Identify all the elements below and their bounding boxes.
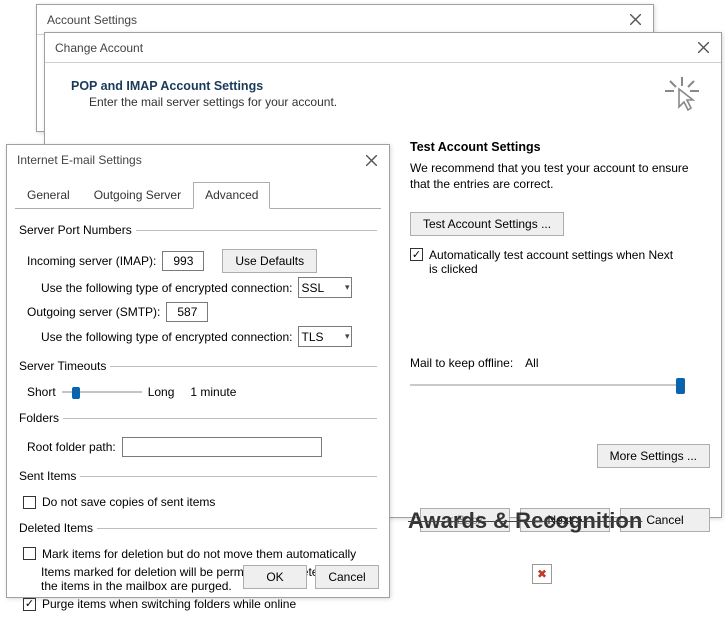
ok-button[interactable]: OK: [243, 565, 307, 589]
advanced-panel: Server Port Numbers Incoming server (IMA…: [7, 209, 389, 621]
folders-legend: Folders: [19, 411, 63, 425]
server-timeouts-group: Server Timeouts Short Long 1 minute: [19, 359, 377, 403]
more-settings-button[interactable]: More Settings ...: [597, 444, 710, 468]
deleted-items-legend: Deleted Items: [19, 521, 97, 535]
auto-test-label: Automatically test account settings when…: [429, 248, 679, 276]
broken-image-icon: ✖: [532, 564, 552, 584]
outgoing-enc-value: TLS: [301, 330, 323, 344]
purge-checkbox[interactable]: [23, 598, 36, 611]
change-account-titlebar: Change Account: [45, 33, 721, 63]
server-port-numbers-group: Server Port Numbers Incoming server (IMA…: [19, 223, 377, 351]
use-defaults-button[interactable]: Use Defaults: [222, 249, 317, 273]
test-account-settings-button[interactable]: Test Account Settings ...: [410, 212, 564, 236]
root-folder-input[interactable]: [122, 437, 322, 457]
account-settings-title: Account Settings: [47, 13, 137, 27]
no-save-sent-label: Do not save copies of sent items: [42, 495, 215, 509]
ie-title: Internet E-mail Settings: [17, 153, 142, 167]
outgoing-enc-select[interactable]: TLS ▾: [298, 326, 352, 347]
timeout-slider[interactable]: [62, 385, 142, 399]
chevron-down-icon: ▾: [345, 282, 350, 293]
auto-test-checkbox[interactable]: [410, 248, 423, 261]
sent-items-group: Sent Items Do not save copies of sent it…: [19, 469, 377, 513]
tab-advanced[interactable]: Advanced: [193, 182, 270, 209]
incoming-enc-label: Use the following type of encrypted conn…: [41, 281, 292, 295]
close-icon[interactable]: [626, 10, 645, 29]
outgoing-enc-label: Use the following type of encrypted conn…: [41, 330, 292, 344]
incoming-server-label: Incoming server (IMAP):: [27, 254, 156, 268]
mark-deletion-checkbox[interactable]: [23, 547, 36, 560]
change-account-title: Change Account: [55, 41, 143, 55]
folders-group: Folders Root folder path:: [19, 411, 377, 461]
internet-email-settings-dialog: Internet E-mail Settings General Outgoin…: [6, 144, 390, 598]
timeout-value: 1 minute: [190, 385, 236, 399]
ie-tabs: General Outgoing Server Advanced: [15, 181, 381, 209]
incoming-port-input[interactable]: [162, 251, 204, 271]
ie-titlebar: Internet E-mail Settings: [7, 145, 389, 175]
close-icon[interactable]: [362, 151, 381, 170]
chevron-down-icon: ▾: [345, 331, 350, 342]
timeout-short-label: Short: [27, 385, 56, 399]
mail-offline-label: Mail to keep offline:: [410, 356, 513, 370]
root-folder-label: Root folder path:: [27, 440, 116, 454]
background-heading: Awards & Recognition: [408, 508, 642, 534]
outgoing-port-input[interactable]: [166, 302, 208, 322]
close-icon[interactable]: [694, 38, 713, 57]
account-settings-titlebar: Account Settings: [37, 5, 653, 35]
no-save-sent-checkbox[interactable]: [23, 496, 36, 509]
test-settings-heading: Test Account Settings: [410, 140, 710, 154]
server-timeouts-legend: Server Timeouts: [19, 359, 110, 373]
server-port-numbers-legend: Server Port Numbers: [19, 223, 136, 237]
sent-items-legend: Sent Items: [19, 469, 80, 483]
cursor-icon: [665, 77, 699, 118]
pop-imap-sub: Enter the mail server settings for your …: [89, 95, 337, 109]
incoming-enc-value: SSL: [301, 281, 324, 295]
test-settings-text: We recommend that you test your account …: [410, 160, 710, 192]
pop-imap-heading: POP and IMAP Account Settings: [71, 79, 337, 93]
cancel-button[interactable]: Cancel: [315, 565, 379, 589]
mail-offline-value: All: [525, 356, 538, 370]
offline-slider[interactable]: [410, 376, 685, 394]
tab-outgoing-server[interactable]: Outgoing Server: [82, 182, 193, 209]
incoming-enc-select[interactable]: SSL ▾: [298, 277, 352, 298]
test-settings-panel: Test Account Settings We recommend that …: [410, 140, 710, 532]
timeout-long-label: Long: [148, 385, 175, 399]
mark-deletion-label: Mark items for deletion but do not move …: [42, 547, 356, 561]
tab-general[interactable]: General: [15, 182, 82, 209]
purge-label: Purge items when switching folders while…: [42, 597, 296, 611]
outgoing-server-label: Outgoing server (SMTP):: [27, 305, 160, 319]
